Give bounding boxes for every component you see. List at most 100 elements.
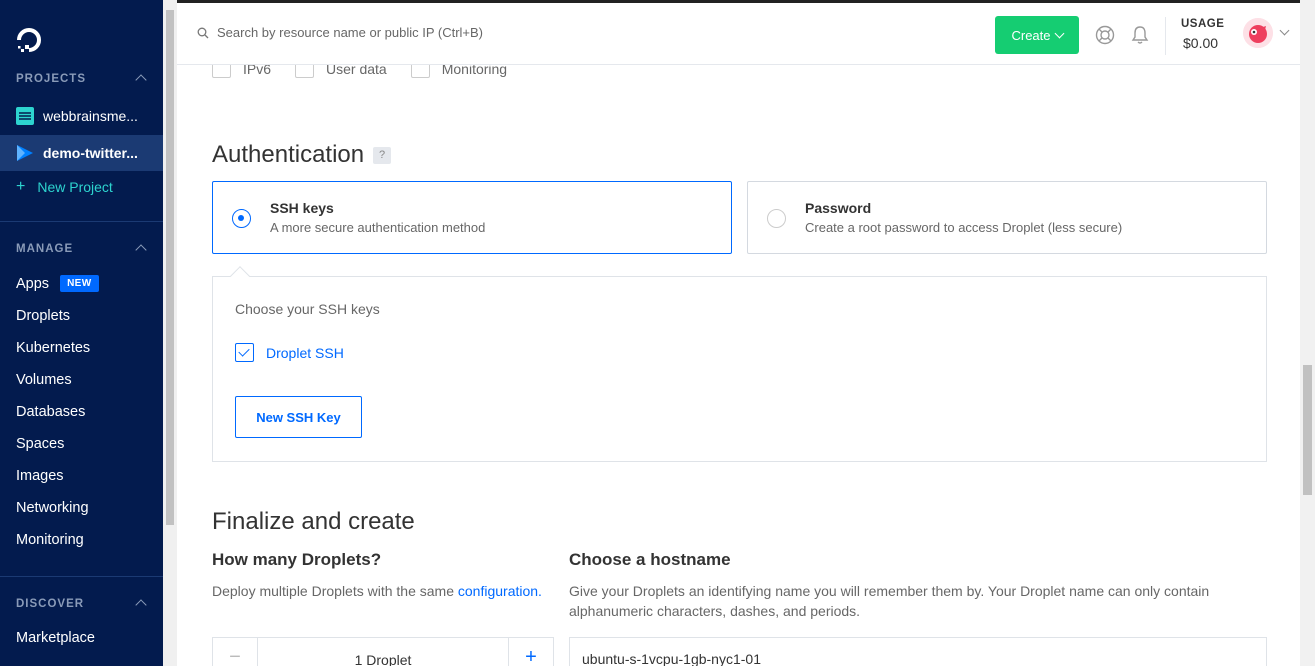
scrollbar-thumb[interactable] bbox=[166, 10, 174, 525]
project-icon bbox=[17, 145, 33, 161]
sidebar-item-images[interactable]: Images bbox=[16, 468, 64, 484]
sidebar-item-networking[interactable]: Networking bbox=[16, 500, 89, 516]
discover-collapse-icon[interactable] bbox=[135, 599, 147, 611]
choose-ssh-keys-label: Choose your SSH keys bbox=[235, 301, 380, 317]
new-ssh-key-button[interactable]: New SSH Key bbox=[235, 396, 362, 438]
sidebar-item-label: Images bbox=[16, 468, 64, 484]
sidebar-item-label: Droplets bbox=[16, 308, 70, 324]
usage-label: USAGE bbox=[1181, 18, 1225, 30]
create-label: Create bbox=[1011, 27, 1051, 43]
sidebar-item-kubernetes[interactable]: Kubernetes bbox=[16, 340, 90, 356]
digitalocean-logo-icon[interactable] bbox=[15, 26, 43, 54]
sidebar-item-droplets[interactable]: Droplets bbox=[16, 308, 70, 324]
sidebar-scrollbar[interactable] bbox=[163, 0, 177, 666]
projects-section-title: PROJECTS bbox=[16, 73, 86, 85]
search-input[interactable]: Search by resource name or public IP (Ct… bbox=[217, 25, 483, 40]
sidebar-item-databases[interactable]: Databases bbox=[16, 404, 85, 420]
auth-option-title: SSH keys bbox=[270, 200, 334, 216]
new-project-link[interactable]: + New Project bbox=[16, 178, 113, 196]
sidebar-item-monitoring[interactable]: Monitoring bbox=[16, 532, 84, 548]
decrement-button[interactable]: − bbox=[213, 638, 258, 666]
create-button[interactable]: Create bbox=[995, 16, 1079, 54]
checkbox[interactable] bbox=[212, 65, 231, 78]
manage-collapse-icon[interactable] bbox=[135, 244, 147, 256]
help-icon[interactable]: ? bbox=[373, 146, 392, 164]
authentication-title: Authentication ? bbox=[212, 141, 392, 169]
sidebar-item-spaces[interactable]: Spaces bbox=[16, 436, 64, 452]
radio-button[interactable] bbox=[767, 209, 786, 228]
sidebar-item-project-webbrains[interactable]: webbrainsme... bbox=[0, 98, 163, 134]
hostname-title: Choose a hostname bbox=[569, 550, 731, 569]
chevron-down-icon bbox=[1054, 28, 1064, 38]
project-label: demo-twitter... bbox=[43, 145, 138, 161]
sidebar-item-label: Apps bbox=[16, 275, 50, 292]
manage-section-title: MANAGE bbox=[16, 243, 74, 255]
sidebar-item-project-demo-twitter[interactable]: demo-twitter... bbox=[0, 135, 163, 171]
sidebar: PROJECTS webbrainsme... demo-twitter... … bbox=[0, 0, 163, 666]
project-icon bbox=[16, 107, 34, 125]
sidebar-item-label: Databases bbox=[16, 404, 86, 420]
new-project-label: New Project bbox=[37, 179, 113, 195]
help-lifebuoy-icon[interactable] bbox=[1095, 25, 1115, 45]
checkbox[interactable] bbox=[410, 65, 430, 78]
droplet-count-description: Deploy multiple Droplets with the same c… bbox=[212, 581, 557, 601]
sidebar-item-label: Monitoring bbox=[16, 532, 84, 548]
auth-option-subtitle: A more secure authentication method bbox=[270, 220, 486, 235]
option-user-data[interactable]: User data bbox=[295, 65, 387, 78]
search-icon bbox=[197, 27, 209, 38]
droplet-count-value: 1 Droplet bbox=[354, 652, 412, 666]
configuration-link[interactable]: configuration. bbox=[458, 583, 542, 599]
top-header: Search by resource name or public IP (Ct… bbox=[177, 3, 1300, 65]
sidebar-item-label: Networking bbox=[16, 500, 89, 516]
droplet-quantity-stepper: − 1 Droplet + bbox=[212, 637, 554, 666]
additional-options-row: IPv6 User data Monitoring bbox=[212, 65, 531, 78]
chevron-down-icon[interactable] bbox=[1279, 25, 1290, 36]
search-bar[interactable]: Search by resource name or public IP (Ct… bbox=[197, 25, 483, 40]
sidebar-item-volumes[interactable]: Volumes bbox=[16, 372, 72, 388]
finalize-title: Finalize and create bbox=[212, 508, 415, 535]
scrollbar-thumb[interactable] bbox=[1303, 365, 1312, 495]
avatar-icon bbox=[1243, 18, 1273, 48]
option-label: IPv6 bbox=[243, 65, 272, 77]
authentication-title-text: Authentication bbox=[212, 141, 365, 168]
main-content: IPv6 User data Monitoring Authentication… bbox=[177, 65, 1300, 666]
discover-section-title: DISCOVER bbox=[16, 598, 85, 610]
usage-value: $0.00 bbox=[1183, 35, 1219, 51]
droplet-count-description-text: Deploy multiple Droplets with the same bbox=[212, 583, 458, 599]
option-ipv6[interactable]: IPv6 bbox=[212, 65, 271, 78]
auth-option-title: Password bbox=[805, 200, 872, 216]
project-label: webbrainsme... bbox=[43, 108, 138, 124]
option-monitoring[interactable]: Monitoring bbox=[410, 65, 508, 78]
sidebar-item-label: Spaces bbox=[16, 436, 65, 452]
checkbox-checked[interactable] bbox=[235, 343, 254, 362]
sidebar-divider bbox=[0, 221, 163, 222]
projects-collapse-icon[interactable] bbox=[135, 74, 147, 86]
increment-button[interactable]: + bbox=[508, 638, 553, 666]
ssh-key-item[interactable]: Droplet SSH bbox=[235, 343, 344, 362]
avatar[interactable] bbox=[1243, 18, 1273, 48]
plus-icon: + bbox=[16, 178, 26, 195]
sidebar-item-label: Volumes bbox=[16, 372, 72, 388]
header-separator bbox=[1165, 17, 1166, 55]
notifications-bell-icon[interactable] bbox=[1130, 25, 1150, 45]
hostname-description: Give your Droplets an identifying name y… bbox=[569, 583, 1210, 619]
droplet-count-title: How many Droplets? bbox=[212, 550, 382, 569]
sidebar-item-label: Kubernetes bbox=[16, 340, 91, 356]
sidebar-item-label: Marketplace bbox=[16, 630, 95, 646]
ssh-keys-panel: Choose your SSH keys Droplet SSH New SSH… bbox=[212, 266, 1267, 462]
ssh-key-label: Droplet SSH bbox=[266, 344, 344, 361]
auth-option-password[interactable]: Password Create a root password to acces… bbox=[747, 181, 1267, 254]
sidebar-item-apps[interactable]: Apps NEW bbox=[16, 275, 99, 292]
page-scrollbar[interactable] bbox=[1300, 0, 1315, 666]
sidebar-divider bbox=[0, 576, 163, 577]
option-label: Monitoring bbox=[441, 65, 508, 77]
hostname-input[interactable]: ubuntu-s-1vcpu-1gb-nyc1-01 bbox=[569, 637, 1267, 666]
checkbox[interactable] bbox=[295, 65, 315, 78]
radio-button[interactable] bbox=[232, 209, 251, 228]
auth-option-subtitle: Create a root password to access Droplet… bbox=[805, 220, 1123, 235]
panel-pointer bbox=[230, 266, 250, 286]
auth-option-ssh-keys[interactable]: SSH keys A more secure authentication me… bbox=[212, 181, 732, 254]
new-badge: NEW bbox=[60, 275, 99, 292]
option-label: User data bbox=[326, 65, 387, 77]
sidebar-item-marketplace[interactable]: Marketplace bbox=[16, 630, 95, 646]
